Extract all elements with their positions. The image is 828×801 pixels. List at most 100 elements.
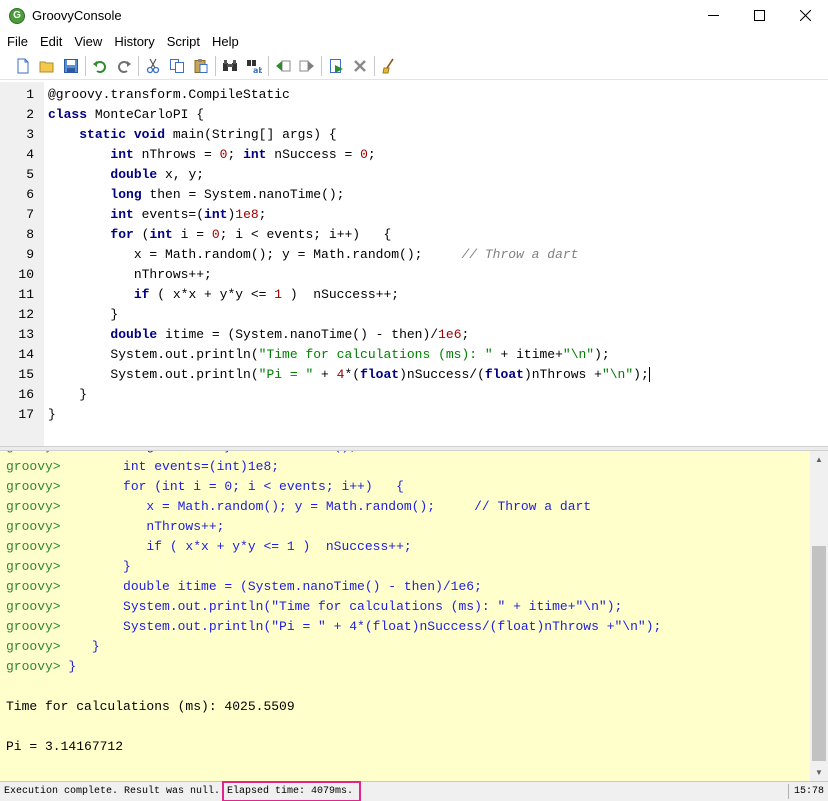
groovy-prompt: groovy> (6, 599, 61, 614)
code-line[interactable]: 5 double x, y; (0, 165, 828, 185)
script-editor[interactable]: 1 @groovy.transform.CompileStatic 2 class M… (0, 82, 828, 446)
save-button[interactable] (59, 54, 83, 78)
groovy-prompt: groovy> (6, 519, 61, 534)
code-line[interactable]: 10 nThrows++; (0, 265, 828, 285)
history-next-icon (299, 60, 314, 72)
output-result-line: Pi = 3.14167712 (6, 737, 123, 757)
code-text: if ( x*x + y*y <= 1 ) nSuccess++; (133, 287, 400, 302)
open-file-button[interactable] (35, 54, 59, 78)
copy-button[interactable] (165, 54, 189, 78)
code-text: for (int i = 0; i < events; i++) { (110, 227, 392, 242)
redo-button[interactable] (112, 54, 136, 78)
code-line[interactable]: 12 } (0, 305, 828, 325)
menu-edit[interactable]: Edit (34, 31, 68, 52)
cut-icon (146, 58, 160, 74)
menu-file[interactable]: File (1, 31, 34, 52)
code-line[interactable]: 16 } (0, 385, 828, 405)
code-line[interactable]: 9 x = Math.random(); y = Math.random(); … (0, 245, 828, 265)
output-echo-line: groovy> if ( x*x + y*y <= 1 ) nSuccess++… (6, 537, 412, 557)
copy-icon (170, 59, 184, 73)
new-file-icon (17, 58, 29, 74)
code-line[interactable]: 7 int events=(int)1e8; (0, 205, 828, 225)
svg-text:ab: ab (253, 66, 262, 74)
history-previous-icon (276, 60, 291, 72)
code-line[interactable]: 1 @groovy.transform.CompileStatic (0, 85, 828, 105)
groovy-prompt: groovy> (6, 539, 61, 554)
clear-output-icon (382, 58, 394, 74)
cut-button[interactable] (141, 54, 165, 78)
output-text: long then = System.nanoTime(); (61, 451, 357, 454)
groovy-prompt: groovy> (6, 639, 61, 654)
code-line[interactable]: 8 for (int i = 0; i < events; i++) { (0, 225, 828, 245)
scroll-down-icon[interactable]: ▼ (810, 764, 828, 781)
new-file-button[interactable] (11, 54, 35, 78)
line-number: 4 (26, 147, 34, 162)
output-result-line: Time for calculations (ms): 4025.5509 (6, 697, 295, 717)
output-text: } (60, 659, 77, 674)
run-script-button[interactable] (324, 54, 348, 78)
output-scrollbar[interactable]: ▲ ▼ (810, 451, 828, 781)
toolbar-separator (268, 56, 269, 76)
menu-history[interactable]: History (108, 31, 160, 52)
maximize-button[interactable] (736, 0, 782, 31)
code-text: int nThrows = 0; int nSuccess = 0; (110, 147, 376, 162)
output-text: } (60, 639, 100, 654)
output-echo-line: groovy> System.out.println("Pi = " + 4*(… (6, 617, 661, 637)
line-number: 7 (26, 207, 34, 222)
output-text: double itime = (System.nanoTime() - then… (60, 579, 482, 594)
line-number: 9 (26, 247, 34, 262)
minimize-icon (707, 15, 719, 16)
output-text: System.out.println("Pi = " + 4*(float)nS… (60, 619, 662, 634)
code-line[interactable]: 6 long then = System.nanoTime(); (0, 185, 828, 205)
code-text: System.out.println("Time for calculation… (48, 347, 610, 362)
toolbar-separator (215, 56, 216, 76)
interrupt-button[interactable] (348, 54, 372, 78)
output-text: Time for calculations (ms): 4025.5509 (6, 699, 295, 714)
code-line[interactable]: 4 int nThrows = 0; int nSuccess = 0; (0, 145, 828, 165)
groovy-prompt: groovy> (6, 499, 61, 514)
output-pane[interactable]: groovy> long then = System.nanoTime(); gr… (0, 451, 810, 781)
close-icon (799, 10, 811, 21)
line-number: 6 (26, 187, 34, 202)
code-line[interactable]: 13 double itime = (System.nanoTime() - t… (0, 325, 828, 345)
history-previous-button[interactable] (271, 54, 295, 78)
groovy-prompt: groovy> (6, 579, 61, 594)
replace-icon: ab (247, 60, 262, 74)
code-text: int events=(int)1e8; (110, 207, 267, 222)
menu-bar: File Edit View History Script Help (0, 31, 828, 52)
line-number: 10 (18, 267, 34, 282)
menu-help[interactable]: Help (206, 31, 245, 52)
find-button[interactable] (218, 54, 242, 78)
undo-button[interactable] (88, 54, 112, 78)
scroll-up-icon[interactable]: ▲ (810, 451, 828, 468)
clear-output-button[interactable] (377, 54, 401, 78)
code-line[interactable]: 3 static void main(String[] args) { (0, 125, 828, 145)
code-line[interactable]: 17} (0, 405, 828, 425)
replace-button[interactable]: ab (242, 54, 266, 78)
code-line[interactable]: 14 System.out.println("Time for calculat… (0, 345, 828, 365)
code-line[interactable]: 11 if ( x*x + y*y <= 1 ) nSuccess++; (0, 285, 828, 305)
code-text: class MonteCarloPI { (48, 107, 205, 122)
code-text: nThrows++; (48, 267, 212, 282)
output-echo-line: groovy> } (6, 657, 76, 677)
menu-script[interactable]: Script (161, 31, 206, 52)
menu-view[interactable]: View (68, 31, 108, 52)
line-number: 8 (26, 227, 34, 242)
caret-position: 15:78 (793, 786, 824, 797)
paste-button[interactable] (189, 54, 213, 78)
output-echo-line: groovy> } (6, 557, 131, 577)
history-next-button[interactable] (295, 54, 319, 78)
code-text: System.out.println("Pi = " + 4*(float)nS… (48, 367, 650, 383)
line-number: 1 (26, 87, 34, 102)
output-echo-line: groovy> System.out.println("Time for cal… (6, 597, 622, 617)
line-number: 11 (18, 287, 34, 302)
close-button[interactable] (782, 0, 828, 31)
code-line[interactable]: 15 System.out.println("Pi = " + 4*(float… (0, 365, 828, 385)
code-text: @groovy.transform.CompileStatic (48, 87, 290, 102)
scrollbar-thumb[interactable] (812, 546, 826, 761)
maximize-icon (753, 10, 765, 21)
code-text: static void main(String[] args) { (79, 127, 337, 142)
line-number: 16 (18, 387, 34, 402)
minimize-button[interactable] (690, 0, 736, 31)
code-line[interactable]: 2 class MonteCarloPI { (0, 105, 828, 125)
